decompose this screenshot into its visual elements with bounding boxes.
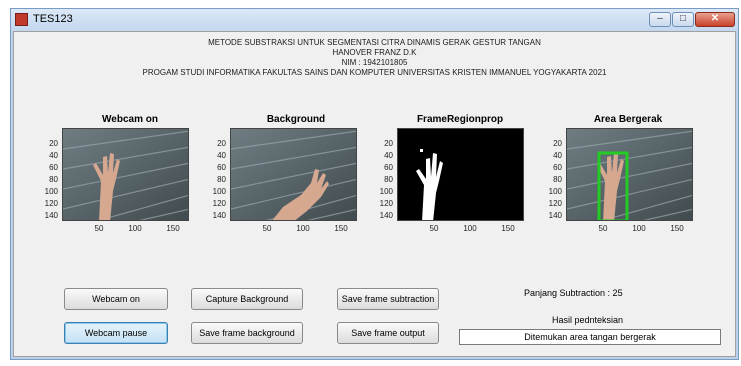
webcam-pause-button[interactable]: Webcam pause xyxy=(64,322,168,344)
webcam-live-image xyxy=(62,128,189,221)
ytick: 80 xyxy=(49,175,58,184)
background-image xyxy=(230,128,357,221)
ytick: 60 xyxy=(49,163,58,172)
ytick: 80 xyxy=(384,175,393,184)
app-window: TES123 – □ ✕ METODE SUBSTRAKSI UNTUK SEG… xyxy=(10,8,739,360)
xtick: 50 xyxy=(94,224,104,233)
ytick: 140 xyxy=(212,211,226,220)
ytick: 80 xyxy=(217,175,226,184)
capture-background-button[interactable]: Capture Background xyxy=(191,288,303,310)
xtick: 150 xyxy=(501,224,515,233)
xtick: 100 xyxy=(296,224,310,233)
save-frame-background-button[interactable]: Save frame background xyxy=(191,322,303,344)
header-nim: NIM : 1942101805 xyxy=(341,58,408,67)
xtick: 100 xyxy=(128,224,142,233)
xtick: 100 xyxy=(463,224,477,233)
webcam-on-button[interactable]: Webcam on xyxy=(64,288,168,310)
panjang-subtraction-label: Panjang Subtraction : 25 xyxy=(524,288,623,298)
header-program: PROGAM STUDI INFORMATIKA FAKULTAS SAINS … xyxy=(142,68,607,77)
save-frame-output-button[interactable]: Save frame output xyxy=(337,322,439,344)
xtick: 50 xyxy=(429,224,439,233)
ytick: 60 xyxy=(384,163,393,172)
xtick: 150 xyxy=(166,224,180,233)
panel-title-background: Background xyxy=(266,114,326,125)
matlab-app-icon xyxy=(15,13,28,26)
ytick: 60 xyxy=(217,163,226,172)
ytick: 40 xyxy=(217,151,226,160)
ytick: 80 xyxy=(553,175,562,184)
window-title: TES123 xyxy=(33,13,73,25)
ytick: 120 xyxy=(548,199,562,208)
ytick: 100 xyxy=(548,187,562,196)
ytick: 20 xyxy=(384,139,393,148)
area-bergerak-image xyxy=(566,128,693,221)
ytick: 100 xyxy=(44,187,58,196)
ytick: 20 xyxy=(217,139,226,148)
ytick: 140 xyxy=(548,211,562,220)
ytick: 140 xyxy=(44,211,58,220)
ytick: 40 xyxy=(384,151,393,160)
xtick: 50 xyxy=(262,224,272,233)
minimize-button[interactable]: – xyxy=(649,12,671,27)
maximize-button[interactable]: □ xyxy=(672,12,694,27)
title-bar[interactable]: TES123 – □ ✕ xyxy=(11,9,738,31)
ytick: 20 xyxy=(49,139,58,148)
frame-regionprop-image xyxy=(397,128,524,221)
ytick: 100 xyxy=(379,187,393,196)
ytick: 120 xyxy=(212,199,226,208)
xtick: 150 xyxy=(334,224,348,233)
ytick: 120 xyxy=(379,199,393,208)
ytick: 40 xyxy=(553,151,562,160)
panel-title-area-bergerak: Area Bergerak xyxy=(593,114,663,125)
ytick: 120 xyxy=(44,199,58,208)
ytick: 40 xyxy=(49,151,58,160)
ytick: 60 xyxy=(553,163,562,172)
figure-content: METODE SUBSTRAKSI UNTUK SEGMENTASI CITRA… xyxy=(13,31,736,357)
xtick: 100 xyxy=(632,224,646,233)
panel-title-webcam-on: Webcam on xyxy=(102,114,158,125)
ytick: 100 xyxy=(212,187,226,196)
panel-title-frameregionprop: FrameRegionprop xyxy=(416,114,504,125)
xtick: 150 xyxy=(670,224,684,233)
ytick: 20 xyxy=(553,139,562,148)
close-button[interactable]: ✕ xyxy=(695,12,735,27)
xtick: 50 xyxy=(598,224,608,233)
header-title: METODE SUBSTRAKSI UNTUK SEGMENTASI CITRA… xyxy=(208,38,541,47)
hasil-deteksi-field[interactable]: Ditemukan area tangan bergerak xyxy=(459,329,721,345)
ytick: 140 xyxy=(379,211,393,220)
header-author: HANOVER FRANZ D.K xyxy=(332,48,417,57)
save-frame-subtraction-button[interactable]: Save frame subtraction xyxy=(337,288,439,310)
hasil-deteksi-label: Hasil pednteksian xyxy=(552,315,624,325)
